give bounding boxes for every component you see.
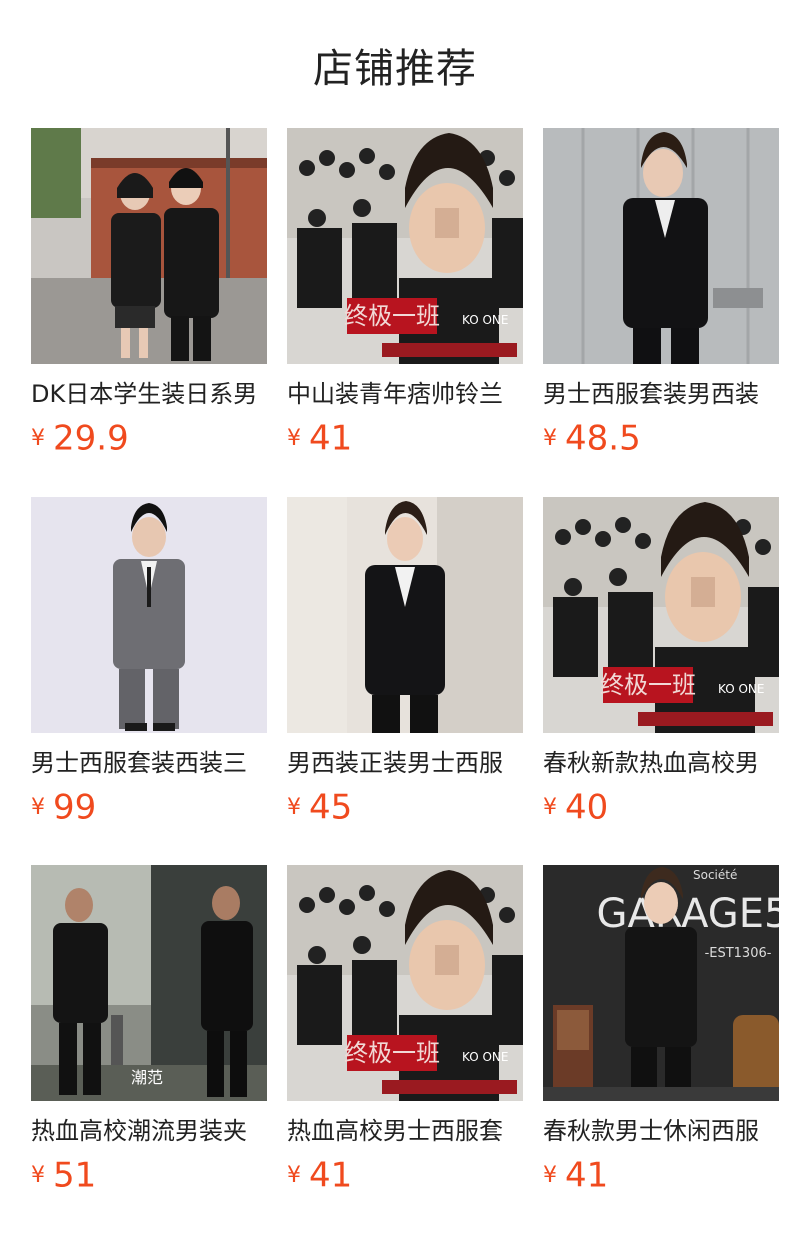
- product-photo-drama-poster: 终极一班 KO ONE: [543, 497, 779, 733]
- product-card[interactable]: 男西装正装男士西服 ¥45: [287, 497, 523, 837]
- product-name[interactable]: 中山装青年痞帅铃兰: [287, 378, 523, 410]
- currency-symbol: ¥: [287, 1162, 301, 1188]
- price-value: 51: [53, 1155, 97, 1196]
- product-name[interactable]: 热血高校男士西服套: [287, 1115, 523, 1147]
- currency-symbol: ¥: [31, 1162, 45, 1188]
- product-price: ¥40: [543, 785, 779, 829]
- product-image[interactable]: Société GARAGE5 -EST1306-: [543, 865, 779, 1101]
- product-image[interactable]: 终极一班 KO ONE: [287, 128, 523, 364]
- product-photo-drama-poster: 终极一班 KO ONE: [287, 865, 523, 1101]
- product-card[interactable]: 终极一班 KO ONE 春秋新款热血高校男 ¥40: [543, 497, 779, 837]
- product-card[interactable]: 潮范 热血高校潮流男装夹 ¥51: [31, 865, 267, 1205]
- poster-logo-text: KO ONE: [462, 313, 508, 327]
- product-photo-suit-wall: [543, 128, 779, 364]
- page-title: 店铺推荐: [313, 46, 477, 92]
- product-price: ¥41: [287, 416, 523, 460]
- price-value: 41: [309, 1155, 353, 1196]
- poster-title-text: 终极一班: [600, 671, 696, 699]
- product-name[interactable]: 男西装正装男士西服: [287, 747, 523, 779]
- product-price: ¥51: [31, 1153, 267, 1197]
- price-value: 41: [309, 418, 353, 459]
- product-price: ¥41: [543, 1153, 779, 1197]
- product-photo-grey-suit: [31, 497, 267, 733]
- product-photo-black-suit: [287, 497, 523, 733]
- product-image[interactable]: [31, 128, 267, 364]
- price-value: 45: [309, 787, 353, 828]
- product-price: ¥29.9: [31, 416, 267, 460]
- product-card[interactable]: 男士西服套装西装三 ¥99: [31, 497, 267, 837]
- product-photo-two-men-outdoor: 潮范: [31, 865, 267, 1101]
- product-photo-garage-wall: Société GARAGE5 -EST1306-: [543, 865, 779, 1101]
- product-price: ¥99: [31, 785, 267, 829]
- currency-symbol: ¥: [287, 794, 301, 820]
- product-photo-drama-poster: 终极一班 KO ONE: [287, 128, 523, 364]
- wall-est-text: -EST1306-: [705, 946, 772, 961]
- product-name[interactable]: 男士西服套装男西装: [543, 378, 779, 410]
- product-card[interactable]: 终极一班 KO ONE 中山装青年痞帅铃兰 ¥41: [287, 128, 523, 468]
- poster-logo-text: KO ONE: [462, 1050, 508, 1064]
- currency-symbol: ¥: [543, 425, 557, 451]
- price-value: 99: [53, 787, 97, 828]
- currency-symbol: ¥: [31, 425, 45, 451]
- currency-symbol: ¥: [543, 1162, 557, 1188]
- product-price: ¥48.5: [543, 416, 779, 460]
- wall-sub-text: Société: [693, 868, 737, 882]
- product-image[interactable]: [31, 497, 267, 733]
- product-card[interactable]: DK日本学生装日系男 ¥29.9: [31, 128, 267, 468]
- product-price: ¥41: [287, 1153, 523, 1197]
- product-image[interactable]: [543, 128, 779, 364]
- product-name[interactable]: 热血高校潮流男装夹: [31, 1115, 267, 1147]
- currency-symbol: ¥: [31, 794, 45, 820]
- price-value: 29.9: [53, 418, 129, 459]
- poster-title-text: 终极一班: [344, 1039, 440, 1067]
- price-value: 48.5: [565, 418, 641, 459]
- product-photo-street-couple: [31, 128, 267, 364]
- product-name[interactable]: 男士西服套装西装三: [31, 747, 267, 779]
- price-value: 41: [565, 1155, 609, 1196]
- currency-symbol: ¥: [287, 425, 301, 451]
- price-value: 40: [565, 787, 609, 828]
- product-price: ¥45: [287, 785, 523, 829]
- product-name[interactable]: 春秋款男士休闲西服: [543, 1115, 779, 1147]
- poster-title-text: 终极一班: [344, 302, 440, 330]
- product-image[interactable]: 终极一班 KO ONE: [543, 497, 779, 733]
- product-image[interactable]: 终极一班 KO ONE: [287, 865, 523, 1101]
- watermark-text: 潮范: [131, 1068, 163, 1087]
- currency-symbol: ¥: [543, 794, 557, 820]
- product-card[interactable]: 终极一班 KO ONE 热血高校男士西服套 ¥41: [287, 865, 523, 1205]
- product-card[interactable]: Société GARAGE5 -EST1306- 春秋款男士休闲西服 ¥41: [543, 865, 779, 1205]
- product-image[interactable]: 潮范: [31, 865, 267, 1101]
- product-card[interactable]: 男士西服套装男西装 ¥48.5: [543, 128, 779, 468]
- product-image[interactable]: [287, 497, 523, 733]
- product-name[interactable]: DK日本学生装日系男: [31, 378, 267, 410]
- product-name[interactable]: 春秋新款热血高校男: [543, 747, 779, 779]
- poster-logo-text: KO ONE: [718, 682, 764, 696]
